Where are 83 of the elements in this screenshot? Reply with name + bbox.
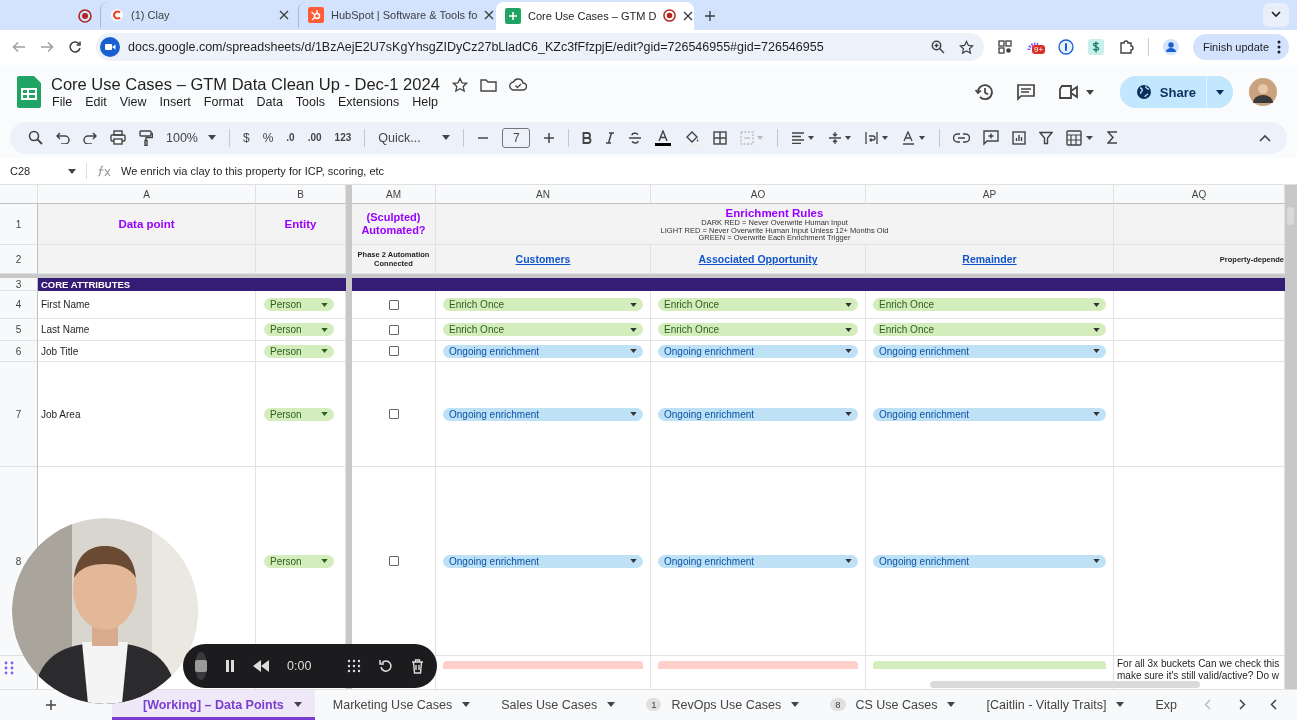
status-dropdown[interactable]: Enrich Once — [873, 298, 1106, 312]
status-dropdown[interactable]: Ongoing enrichment — [443, 344, 643, 358]
menu-item[interactable]: Extensions — [337, 95, 406, 110]
font-dropdown[interactable]: Quick... — [378, 130, 451, 145]
sheet-tab[interactable]: Sales Use Cases — [483, 690, 629, 720]
status-dropdown[interactable]: Ongoing enrichment — [873, 407, 1106, 421]
font-size-field[interactable]: 7 — [502, 127, 531, 148]
table-cell: Job Area — [41, 408, 81, 420]
browser-tab[interactable]: Core Use Cases – GTM D — [496, 1, 694, 30]
status-dropdown[interactable]: Enrich Once — [873, 323, 1106, 337]
link[interactable]: Remainder — [962, 253, 1017, 266]
column-header[interactable]: AP — [866, 185, 1114, 205]
column-header[interactable]: B — [256, 185, 346, 205]
status-dropdown[interactable]: Enrich Once — [658, 323, 858, 337]
table-cell: Job Title — [41, 345, 79, 357]
entity-dropdown[interactable]: Person — [264, 407, 334, 421]
status-dropdown[interactable]: Enrich Once — [443, 323, 643, 337]
column-title: (Sculpted) Automated? — [360, 211, 427, 238]
increase-decimal-button[interactable]: .00 — [307, 132, 322, 144]
share-button[interactable]: Share — [1119, 76, 1207, 109]
column-title: Entity — [284, 218, 317, 231]
menu-item[interactable]: Insert — [158, 95, 197, 110]
status-dropdown[interactable]: Ongoing enrichment — [658, 407, 858, 421]
sheet-tab[interactable]: Exp — [1137, 690, 1190, 720]
section-header: CORE ATTRIBUTES — [38, 278, 346, 292]
row-number[interactable]: 5 — [0, 319, 38, 342]
count-badge: 1 — [646, 698, 662, 712]
row-number[interactable]: 4 — [0, 291, 38, 320]
finish-update-button[interactable]: Finish update — [1192, 34, 1289, 61]
entity-dropdown[interactable]: Person — [264, 554, 334, 568]
browser-tab[interactable]: HubSpot | Software & Tools fo — [298, 1, 496, 28]
column-header[interactable]: AM — [352, 185, 436, 205]
browser-tab[interactable]: (1) Clay — [100, 1, 298, 28]
notification-badge: 9+ — [1031, 45, 1046, 55]
zoom-dropdown[interactable]: 100% — [166, 130, 216, 145]
address-field[interactable]: docs.google.com/spreadsheets/d/1BzAejE2U7sKgYhsgZIDyCz27bLladC6_KZc3fFfzpjE/edit?gid=726546955#gid=726546955 — [96, 33, 984, 62]
status-dropdown[interactable]: Ongoing enrichment — [443, 554, 643, 568]
sheet-tab[interactable]: [Working] – Data Points — [112, 690, 315, 720]
table-cell: First Name — [41, 299, 90, 311]
menu-item[interactable]: Help — [411, 95, 444, 110]
menu-item[interactable]: Data — [255, 95, 289, 110]
document-title[interactable]: Core Use Cases – GTM Data Clean Up - Dec-1 2024 — [51, 75, 440, 95]
entity-dropdown[interactable]: Person — [264, 323, 334, 337]
sheet-tab[interactable]: 1 RevOps Use Cases — [628, 690, 813, 720]
status-dropdown[interactable]: Enrich Once — [443, 298, 643, 312]
status-dropdown[interactable]: Ongoing enrichment — [658, 554, 858, 568]
table-cell: Last Name — [41, 324, 90, 336]
status-dropdown[interactable]: Ongoing enrichment — [443, 407, 643, 421]
column-title: Data point — [118, 218, 175, 231]
status-dropdown[interactable]: Enrich Once — [658, 298, 858, 312]
menu-item[interactable]: File — [51, 95, 79, 110]
column-header[interactable]: A — [38, 185, 256, 205]
rules-title: Enrichment Rules — [725, 206, 824, 219]
status-dropdown[interactable]: Ongoing enrichment — [873, 554, 1106, 568]
status-dropdown[interactable]: Ongoing enrichment — [873, 344, 1106, 358]
formula-field[interactable]: We enrich via clay to this property for ICP, scoring, etc — [121, 165, 385, 177]
entity-dropdown[interactable]: Person — [264, 344, 334, 358]
row-number[interactable]: 2 — [0, 245, 38, 275]
link[interactable]: Customers — [515, 253, 571, 266]
currency-button[interactable]: $ — [243, 130, 250, 145]
menu-item[interactable]: Edit — [84, 95, 113, 110]
column-header[interactable]: AO — [651, 185, 866, 205]
status-dropdown[interactable]: Ongoing enrichment — [658, 344, 858, 358]
column-header[interactable]: AQ — [1114, 185, 1285, 205]
sheet-tab[interactable]: [Caitlin - Vitally Traits] — [968, 690, 1138, 720]
sheet-tab[interactable]: 8 CS Use Cases — [812, 690, 969, 720]
entity-dropdown[interactable]: Person — [264, 298, 334, 312]
number-format-button[interactable]: 123 — [334, 132, 352, 144]
menu-item[interactable]: View — [118, 95, 153, 110]
row-number[interactable]: 3 — [0, 278, 38, 292]
menu-item[interactable]: Format — [202, 95, 250, 110]
count-badge: 8 — [830, 698, 846, 712]
column-header[interactable]: AN — [436, 185, 651, 205]
recording-time: 0:00 — [287, 659, 312, 673]
decrease-decimal-button[interactable]: .0 — [286, 132, 295, 144]
row-number[interactable]: 7 — [0, 362, 38, 468]
row-number[interactable]: 6 — [0, 341, 38, 363]
percent-button[interactable]: % — [262, 130, 274, 145]
name-box[interactable]: C28 — [10, 165, 76, 177]
sheet-tab[interactable]: Marketing Use Cases — [314, 690, 484, 720]
table-cell-text: For all 3x buckets Can we check this make sure it's still valid/active? Do w — [1117, 657, 1281, 682]
menu-item[interactable]: Tools — [294, 95, 332, 110]
row-number[interactable]: 1 — [0, 204, 38, 246]
